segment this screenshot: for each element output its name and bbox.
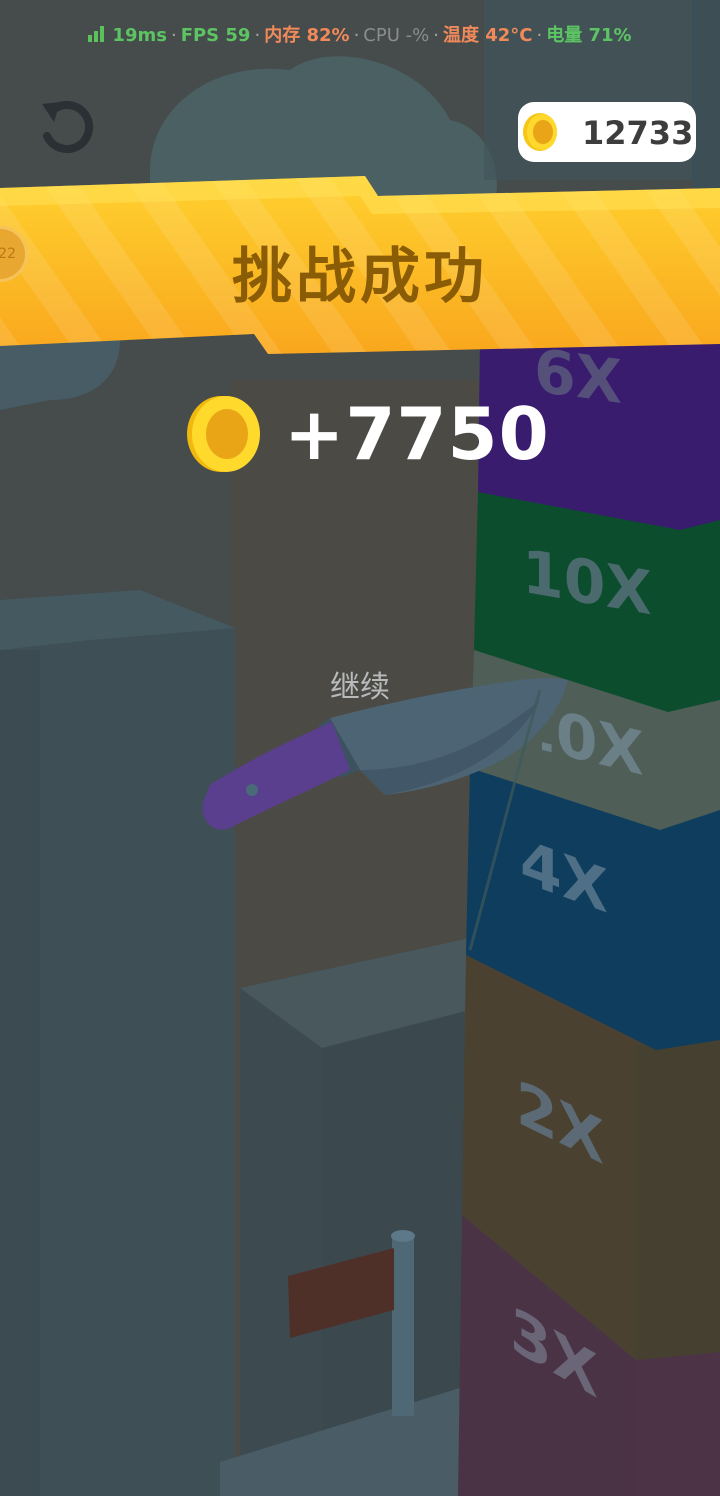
flag-pole (392, 1236, 414, 1416)
continue-button[interactable]: 继续 (300, 662, 420, 706)
reward-amount: +7750 (284, 392, 550, 476)
signal-icon (88, 26, 106, 42)
fps-readout: FPS 59 (180, 25, 251, 46)
restart-icon (42, 101, 94, 153)
coin-balance-value: 12733 (582, 114, 694, 152)
coin-icon (523, 113, 557, 151)
status-bar: 19ms · FPS 59 · 内存 82% · CPU -% · 温度 42°C · 电量 71% (0, 16, 720, 56)
game-screen: 6X 10X 10X 4X 2X 3X 19ms · FPS 59 · 内存 82% · C… (0, 0, 720, 1496)
cpu-readout: CPU -% (363, 25, 430, 46)
restart-button[interactable] (34, 94, 100, 160)
ping-readout: 19ms (112, 25, 167, 46)
temperature-readout: 温度 42°C (442, 25, 533, 46)
reward-coin-icon (187, 396, 260, 472)
banner-title: 挑战成功 (232, 242, 488, 312)
memory-readout: 内存 82% (264, 25, 350, 46)
coin-balance: 12733 (518, 102, 696, 162)
battery-readout: 电量 71% (546, 25, 632, 46)
